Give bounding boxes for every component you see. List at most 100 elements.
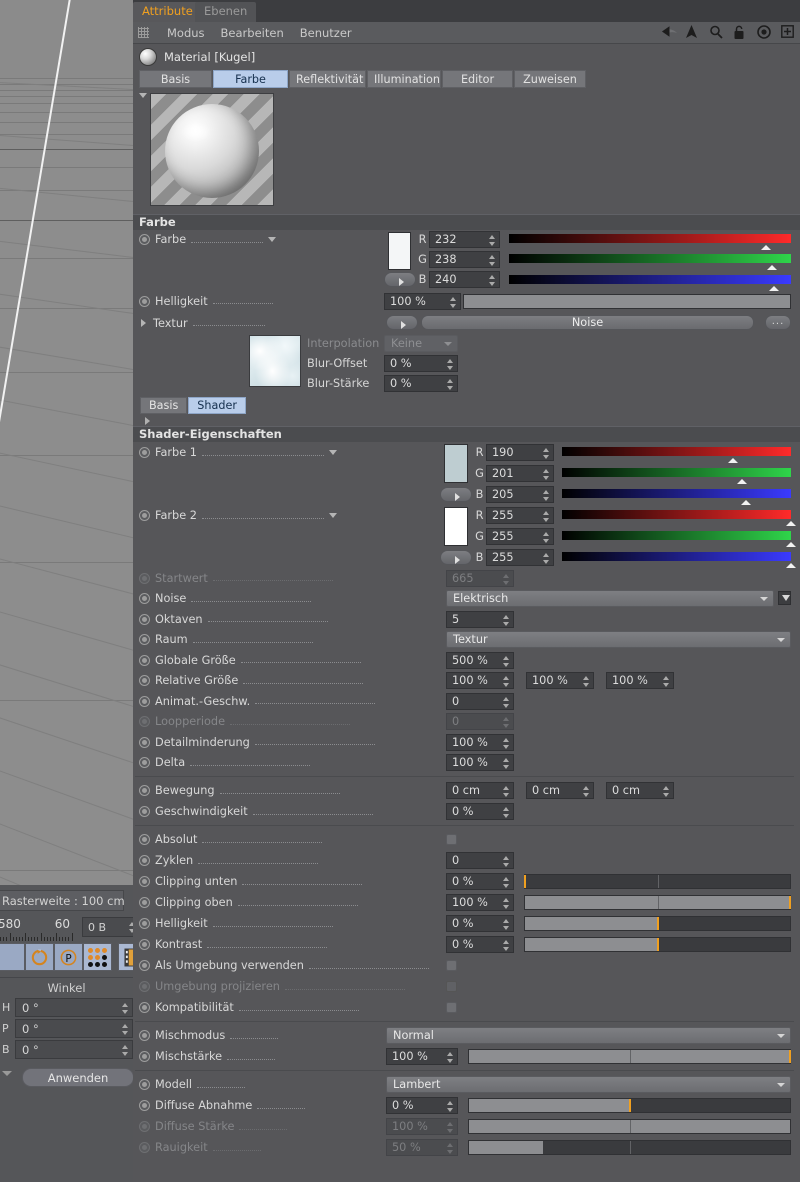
stepper-icon[interactable]	[583, 675, 590, 688]
stepper-icon[interactable]	[122, 1044, 129, 1057]
animate-knob-icon[interactable]	[139, 447, 150, 458]
animate-knob-icon[interactable]	[139, 1030, 150, 1041]
texture-thumbnail[interactable]	[249, 335, 301, 387]
stepper-icon[interactable]	[447, 1142, 454, 1155]
parametric-icon[interactable]: P	[54, 943, 83, 971]
animate-knob-icon[interactable]	[139, 510, 150, 521]
memory-field[interactable]: 0 B	[82, 917, 140, 937]
noise-dropdown[interactable]: Elektrisch	[446, 590, 774, 608]
farbe2-g-field[interactable]: 255	[486, 528, 554, 545]
helligkeit-slider[interactable]	[463, 293, 791, 309]
stepper-icon[interactable]	[489, 234, 496, 247]
dots-grid-icon[interactable]	[83, 943, 112, 971]
stepper-icon[interactable]	[122, 1023, 129, 1036]
detailminderung-field[interactable]: 100 %	[446, 733, 514, 751]
farbe1-r-gradient[interactable]	[562, 447, 791, 463]
animate-knob-icon[interactable]	[139, 234, 150, 245]
stepper-icon[interactable]	[122, 1002, 129, 1015]
menu-modus[interactable]: Modus	[167, 26, 205, 40]
animate-knob-icon[interactable]	[139, 960, 150, 971]
stepper-icon[interactable]	[503, 614, 510, 627]
kompatibilitaet-checkbox[interactable]	[446, 1002, 457, 1013]
tab-basis[interactable]: Basis	[139, 70, 212, 88]
stepper-icon[interactable]	[503, 806, 510, 819]
farbe2-b-gradient[interactable]	[562, 552, 796, 568]
farbe1-g-gradient[interactable]	[562, 468, 791, 484]
animate-knob-icon[interactable]	[139, 1051, 150, 1062]
animate-knob-icon[interactable]	[139, 1100, 150, 1111]
animate-knob-icon[interactable]	[139, 876, 150, 887]
stepper-icon[interactable]	[503, 757, 510, 770]
expand-color-button[interactable]	[384, 272, 416, 287]
collapse-caret-icon[interactable]	[139, 93, 147, 98]
tab-zuweisen[interactable]: Zuweisen	[514, 70, 586, 88]
stepper-icon[interactable]	[450, 296, 457, 309]
animate-knob-icon[interactable]	[139, 634, 150, 646]
stepper-icon[interactable]	[447, 358, 454, 371]
chevron-down-icon[interactable]	[2, 1071, 12, 1076]
bewegung-field-y[interactable]: 0 cm	[526, 782, 594, 799]
texture-more-button[interactable]: ...	[765, 315, 791, 330]
angle-p-field[interactable]: 0 °	[15, 1019, 133, 1038]
clipping-oben-slider[interactable]	[524, 895, 791, 910]
farbe1-b-field[interactable]: 205	[486, 486, 554, 503]
animate-knob-icon[interactable]	[139, 981, 150, 992]
chevron-down-icon[interactable]	[328, 450, 337, 455]
loopperiode-field[interactable]: 0	[446, 713, 514, 731]
stepper-icon[interactable]	[503, 918, 510, 931]
shader-expand-caret-icon[interactable]	[133, 415, 800, 426]
stepper-icon[interactable]	[503, 876, 510, 889]
oktaven-field[interactable]: 5	[446, 610, 514, 628]
lock-icon[interactable]	[733, 25, 748, 41]
tool-icon-partial[interactable]	[0, 943, 25, 971]
tab-illumination[interactable]: Illumination	[367, 70, 441, 88]
rauigkeit-slider[interactable]	[468, 1140, 791, 1155]
menu-benutzer[interactable]: Benutzer	[300, 26, 352, 40]
stepper-icon[interactable]	[447, 378, 454, 391]
cycle-icon[interactable]	[25, 943, 54, 971]
animate-knob-icon[interactable]	[139, 654, 150, 666]
animat-geschw-field[interactable]: 0	[446, 692, 514, 710]
diffuse-abnahme-field[interactable]: 0 %	[386, 1097, 458, 1114]
diffuse-abnahme-slider[interactable]	[468, 1098, 791, 1113]
tab-editor[interactable]: Editor	[442, 70, 513, 88]
up-arrow-icon[interactable]	[685, 25, 700, 41]
timeline-ruler[interactable]	[0, 932, 74, 941]
rauigkeit-field[interactable]: 50 %	[386, 1139, 458, 1156]
delta-field[interactable]: 100 %	[446, 754, 514, 772]
diffuse-staerke-slider[interactable]	[468, 1119, 791, 1134]
globale-groesse-field[interactable]: 500 %	[446, 651, 514, 669]
stepper-icon[interactable]	[503, 573, 510, 586]
animate-knob-icon[interactable]	[139, 572, 150, 584]
stepper-icon[interactable]	[503, 897, 510, 910]
animate-knob-icon[interactable]	[139, 1142, 150, 1153]
diffuse-staerke-field[interactable]: 100 %	[386, 1118, 458, 1135]
animate-knob-icon[interactable]	[139, 593, 150, 605]
blur-strength-field[interactable]: 0 %	[384, 375, 458, 392]
relative-groesse-field-x[interactable]: 100 %	[446, 672, 514, 690]
angle-b-field[interactable]: 0 °	[15, 1040, 133, 1059]
animate-knob-icon[interactable]	[139, 757, 150, 769]
geschwindigkeit-field[interactable]: 0 %	[446, 803, 514, 820]
animate-knob-icon[interactable]	[139, 613, 150, 625]
animate-knob-icon[interactable]	[139, 806, 150, 817]
farbe1-r-field[interactable]: 190	[486, 444, 554, 461]
animate-knob-icon[interactable]	[139, 695, 150, 707]
umgebung-projizieren-checkbox[interactable]	[446, 981, 457, 992]
stepper-icon[interactable]	[447, 1100, 454, 1113]
stepper-icon[interactable]	[447, 1121, 454, 1134]
animate-knob-icon[interactable]	[139, 939, 150, 950]
animate-knob-icon[interactable]	[139, 1121, 150, 1132]
interpolation-dropdown[interactable]: Keine	[384, 335, 458, 352]
stepper-icon[interactable]	[503, 655, 510, 668]
animate-knob-icon[interactable]	[139, 675, 150, 687]
mischstaerke-field[interactable]: 100 %	[386, 1048, 458, 1065]
animate-knob-icon[interactable]	[139, 1079, 150, 1090]
mischmodus-dropdown[interactable]: Normal	[386, 1027, 791, 1044]
stepper-icon[interactable]	[583, 785, 590, 798]
chevron-down-icon[interactable]	[268, 237, 277, 242]
kontrast-field[interactable]: 0 %	[446, 936, 514, 953]
stepper-icon[interactable]	[543, 468, 550, 481]
stepper-icon[interactable]	[663, 785, 670, 798]
menu-bearbeiten[interactable]: Bearbeiten	[221, 26, 284, 40]
